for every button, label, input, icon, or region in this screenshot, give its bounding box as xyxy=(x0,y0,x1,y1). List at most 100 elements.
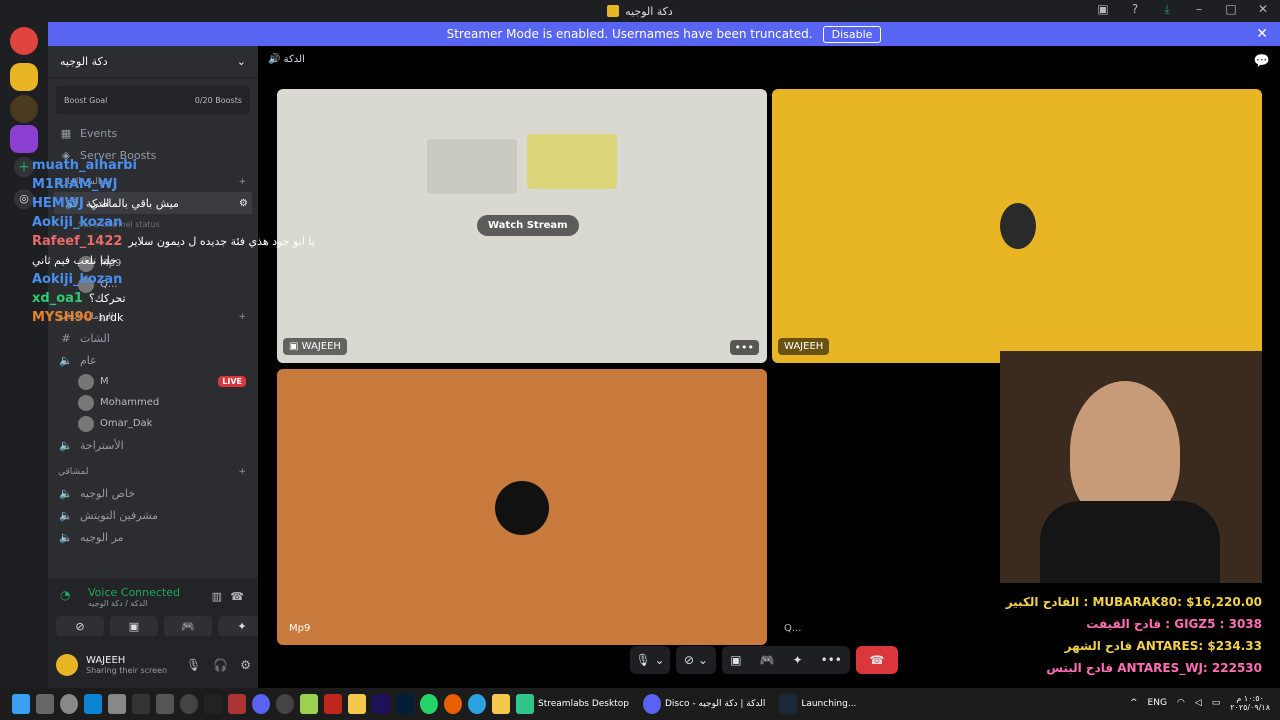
speaker-icon: 🔈 xyxy=(59,353,73,367)
notes-icon[interactable] xyxy=(348,694,366,714)
taskbar-steam-label[interactable]: Launching... xyxy=(801,699,856,709)
avatar xyxy=(78,415,94,432)
battery-icon[interactable]: ▭ xyxy=(1212,698,1221,708)
calculator-icon[interactable] xyxy=(108,694,126,714)
overlay-chat-line: xd_oa1 تحركك؟ xyxy=(32,289,315,308)
app-icon[interactable] xyxy=(156,694,174,714)
maximize-icon[interactable]: □ xyxy=(1222,2,1240,17)
settings-gear-icon[interactable]: ⚙ xyxy=(240,658,251,672)
watch-stream-button[interactable]: Watch Stream xyxy=(477,215,579,236)
category-3[interactable]: لمشاقي + xyxy=(48,462,258,482)
camera-toggle-button[interactable]: ⊘ ⌄ xyxy=(676,646,716,674)
user-panel: WAJEEH Sharing their screen 🎙 🎧 ⚙ xyxy=(56,648,251,682)
user-tile-wajeeh[interactable]: WAJEEH xyxy=(772,89,1262,363)
chart-icon[interactable] xyxy=(300,694,318,714)
wifi-icon[interactable]: ◠ xyxy=(1177,698,1185,708)
screen-share-button[interactable]: ▣ xyxy=(110,616,158,636)
windows-taskbar: Streamlabs Desktop Disco - الدكة | دكة ا… xyxy=(0,688,1280,720)
disable-streamer-mode-button[interactable]: Disable xyxy=(822,25,882,43)
taskbar-streamlabs-label[interactable]: Streamlabs Desktop xyxy=(538,699,629,709)
file-explorer-icon[interactable] xyxy=(492,694,510,714)
user-controls: 🎙 🎧 ⚙ xyxy=(186,658,251,672)
telegram-icon[interactable] xyxy=(468,694,486,714)
server-wajeeh-icon[interactable] xyxy=(10,63,38,91)
volume-icon[interactable]: ◁ xyxy=(1195,698,1202,708)
screen-share-icon[interactable]: ▣ xyxy=(730,653,741,667)
4k-icon[interactable] xyxy=(180,694,198,714)
boost-progress: 0/20 Boosts xyxy=(194,95,242,105)
activity-icon[interactable]: 🎮 xyxy=(760,653,775,667)
tray-chevron-icon[interactable]: ^ xyxy=(1130,698,1138,708)
discord-icon[interactable] xyxy=(642,694,661,714)
headphones-icon[interactable]: 🎧 xyxy=(213,658,228,672)
chat-icon[interactable]: 💬 xyxy=(1254,54,1270,69)
taskbar-discord-label[interactable]: Disco - الدكة | دكة الوجيه xyxy=(665,699,765,709)
close-banner-icon[interactable]: ✕ xyxy=(1256,26,1268,42)
overlay-chat-user: M1RIAM_WJ xyxy=(32,177,118,192)
add-server-icon[interactable]: + xyxy=(14,157,34,177)
server-anime-icon[interactable] xyxy=(10,125,38,153)
more-options-icon[interactable]: ••• xyxy=(729,340,759,355)
premiere-icon[interactable] xyxy=(372,694,390,714)
help-icon[interactable]: ? xyxy=(1126,2,1144,17)
events-item[interactable]: ▦ Events xyxy=(48,122,258,144)
donor-leaderboard: القادح الكبير : MUBARAK80: $16,220.00 قاد… xyxy=(1006,595,1262,683)
boost-goal[interactable]: Boost Goal 0/20 Boosts xyxy=(56,86,250,114)
overlay-chat-user: HEMWJ xyxy=(32,196,84,211)
mic-toggle-button[interactable]: 🎙 ⌄ xyxy=(630,646,670,674)
home-server-icon[interactable] xyxy=(10,27,38,55)
voice-user-omar[interactable]: Omar_Dak xyxy=(48,413,258,434)
clock[interactable]: ١٠:٥٠ م ٢٠٢٥/٠٩/١٨ xyxy=(1230,694,1270,712)
download-icon[interactable]: ⤓ xyxy=(1158,2,1176,17)
overlay-chat-line: MYSH90 hrdk xyxy=(32,308,315,327)
close-window-icon[interactable]: ✕ xyxy=(1254,2,1272,17)
activity-button[interactable]: 🎮 xyxy=(164,616,212,636)
start-icon[interactable] xyxy=(12,694,30,714)
noise-suppression-icon[interactable]: ▥ xyxy=(212,590,222,603)
text-channel-chat[interactable]: # الشات xyxy=(48,327,258,349)
user-tile-mp9[interactable]: Mp9 xyxy=(277,369,767,645)
store-icon[interactable] xyxy=(84,694,102,714)
explore-icon[interactable]: ◎ xyxy=(14,189,34,209)
steam-icon[interactable] xyxy=(779,694,798,714)
avatar[interactable] xyxy=(56,654,78,676)
chatgpt-icon[interactable] xyxy=(276,694,294,714)
nzxt-icon[interactable] xyxy=(132,694,150,714)
camera-off-button[interactable]: ⊘ xyxy=(56,616,104,636)
voice-channel-general[interactable]: 🔈 عام xyxy=(48,349,258,371)
firefox-icon[interactable] xyxy=(444,694,462,714)
voice-connected-status[interactable]: Voice Connected xyxy=(88,586,180,599)
server-icon[interactable] xyxy=(10,95,38,123)
illustrator-icon[interactable] xyxy=(324,694,342,714)
streamlabs-icon[interactable] xyxy=(516,694,534,714)
maps-icon[interactable] xyxy=(36,694,54,714)
media-icon[interactable] xyxy=(228,694,246,714)
mic-icon[interactable]: 🎙 xyxy=(186,658,201,672)
user-status: Sharing their screen xyxy=(86,666,168,675)
private-channel-2[interactable]: 🔈 مشرفين التويتش xyxy=(48,504,258,526)
tile-name: WAJEEH xyxy=(301,341,341,352)
discord-small-icon[interactable] xyxy=(252,694,270,714)
minimize-icon[interactable]: – xyxy=(1190,2,1208,17)
voice-channel-rest[interactable]: 🔈 الأستراحة xyxy=(48,434,258,456)
obs-icon[interactable] xyxy=(60,694,78,714)
private-channel-1[interactable]: 🔈 خاص الوجيه xyxy=(48,482,258,504)
elgato-icon[interactable] xyxy=(204,694,222,714)
disconnect-icon[interactable]: ☎ xyxy=(230,590,244,603)
soundboard-icon[interactable]: ✦ xyxy=(793,653,803,667)
more-icon[interactable]: ••• xyxy=(821,653,842,667)
language-indicator[interactable]: ENG xyxy=(1148,698,1167,708)
stage-channel-title: الدكة xyxy=(283,54,305,65)
end-call-button[interactable]: ☎ xyxy=(856,646,898,674)
voice-user-m[interactable]: M LIVE xyxy=(48,371,258,392)
server-header[interactable]: دكة الوجيه ⌄ xyxy=(48,46,258,78)
whatsapp-icon[interactable] xyxy=(420,694,438,714)
avatar xyxy=(78,394,94,411)
voice-channel-label: عام xyxy=(80,353,97,367)
private-channel-3[interactable]: 🔈 مر الوجيه xyxy=(48,526,258,548)
inbox-icon[interactable]: ▣ xyxy=(1094,2,1112,17)
add-channel-icon[interactable]: + xyxy=(238,467,246,477)
photoshop-icon[interactable] xyxy=(396,694,414,714)
voice-user-mohammed[interactable]: Mohammed xyxy=(48,392,258,413)
stream-tile-wajeeh[interactable]: Watch Stream ▣ WAJEEH ••• xyxy=(277,89,767,363)
